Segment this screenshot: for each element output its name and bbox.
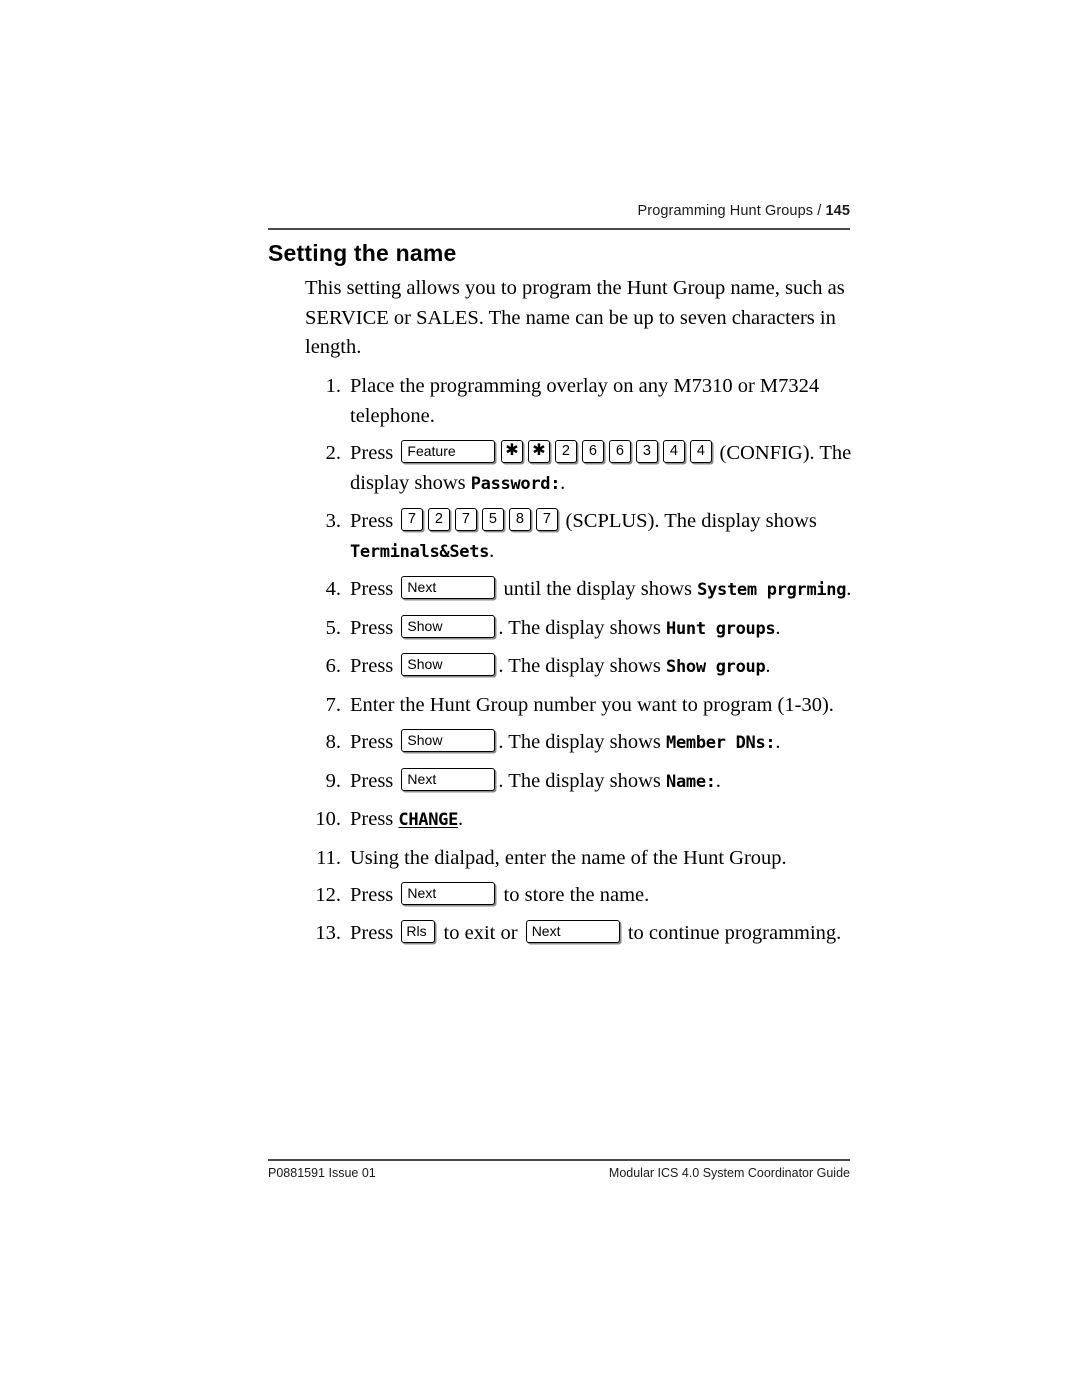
- procedure-step: 4. Press Next until the display shows Sys…: [305, 575, 865, 606]
- step-text: Using the dialpad, enter the name of the…: [350, 846, 787, 869]
- phone-key-3[interactable]: 3: [635, 440, 658, 463]
- header-rule: [268, 228, 850, 230]
- phone-key-next[interactable]: Next: [525, 919, 620, 943]
- phone-key-4[interactable]: 4: [689, 440, 712, 463]
- lcd-display-text: Password:: [470, 473, 561, 494]
- step-number: 12.: [315, 884, 341, 906]
- procedure-step: 5. Press Show. The display shows Hunt gro…: [305, 614, 865, 645]
- procedure-step: 11. Using the dialpad, enter the name of …: [305, 844, 865, 874]
- procedure-step: 9. Press Next. The display shows Name:.: [305, 767, 865, 798]
- step-number: 8.: [325, 731, 341, 753]
- step-text: Press Next until the display shows Syste…: [350, 576, 852, 600]
- phone-key-6[interactable]: 6: [581, 440, 604, 463]
- step-number: 5.: [325, 616, 341, 639]
- procedure-step: 3. Press 727587 (SCPLUS). The display sho…: [305, 507, 865, 567]
- step-text: Place the programming overlay on any M73…: [350, 375, 820, 427]
- step-number: 7.: [325, 693, 341, 716]
- phone-key-next[interactable]: Next: [401, 767, 496, 791]
- lcd-display-text: Show group: [666, 657, 766, 677]
- procedure-list: 1. Place the programming overlay on any M…: [305, 372, 865, 956]
- procedure-step: 13. Press Rls to exit or Next to continue…: [305, 919, 865, 949]
- step-text: Press Show. The display shows Hunt group…: [350, 614, 781, 639]
- step-number: 2.: [325, 442, 341, 464]
- phone-key-next[interactable]: Next: [401, 882, 496, 905]
- phone-key-7[interactable]: 7: [454, 508, 477, 531]
- procedure-step: 12. Press Next to store the name.: [305, 881, 865, 911]
- phone-key-6[interactable]: 6: [608, 440, 631, 463]
- phone-key-show[interactable]: Show: [401, 729, 496, 752]
- procedure-step: 10. Press CHANGE.: [305, 805, 865, 836]
- phone-key-star[interactable]: ✱: [527, 440, 550, 463]
- procedure-step: 1. Place the programming overlay on any M…: [305, 372, 865, 431]
- page-number: 145: [825, 203, 850, 219]
- phone-key-star[interactable]: ✱: [500, 440, 523, 463]
- procedure-step: 6. Press Show. The display shows Show gro…: [305, 652, 865, 683]
- phone-key-7[interactable]: 7: [400, 508, 423, 531]
- phone-key-show[interactable]: Show: [401, 653, 496, 676]
- step-text: Press Show. The display shows Member DNs…: [350, 729, 781, 753]
- procedure-step: 2. Press Feature ✱ ✱ 2 6 6 3 4 4 (CONFIG). The di…: [305, 439, 865, 499]
- phone-key-4[interactable]: 4: [662, 440, 685, 463]
- phone-key-show[interactable]: Show: [401, 614, 496, 638]
- star-icon: ✱: [532, 442, 546, 459]
- running-title: Programming Hunt Groups /: [637, 203, 822, 219]
- phone-key-5[interactable]: 5: [481, 508, 504, 531]
- step-text: Press Next to store the name.: [350, 882, 650, 906]
- procedure-step: 8. Press Show. The display shows Member D…: [305, 728, 865, 759]
- step-text: Press Feature ✱ ✱ 2 6 6 3 4 4 (CONFIG). The disp…: [350, 440, 852, 494]
- step-text: Press CHANGE.: [350, 808, 464, 830]
- phone-key-feature[interactable]: Feature: [401, 440, 496, 463]
- step-number: 10.: [315, 808, 341, 830]
- phone-key-2[interactable]: 2: [554, 440, 577, 463]
- step-text: Enter the Hunt Group number you want to …: [350, 693, 834, 716]
- intro-paragraph: This setting allows you to program the H…: [305, 277, 845, 358]
- step-number: 6.: [325, 655, 341, 677]
- lcd-display-text: System prgrming: [697, 580, 847, 600]
- lcd-softkey-label[interactable]: CHANGE: [398, 810, 458, 830]
- document-page: Programming Hunt Groups / 145 Setting th…: [0, 0, 1080, 1397]
- lcd-display-text: Name:: [666, 771, 716, 792]
- phone-key-next[interactable]: Next: [401, 576, 496, 599]
- step-text: Press Show. The display shows Show group…: [350, 653, 771, 677]
- procedure-step: 7. Enter the Hunt Group number you want t…: [305, 691, 865, 721]
- step-text: Press Rls to exit or Next to continue pr…: [350, 919, 842, 944]
- phone-key-2[interactable]: 2: [427, 508, 450, 531]
- phone-key-rls[interactable]: Rls: [401, 919, 436, 943]
- step-text: Press Next. The display shows Name:.: [350, 767, 721, 792]
- step-number: 4.: [325, 578, 341, 600]
- step-number: 1.: [325, 375, 341, 397]
- phone-key-7[interactable]: 7: [535, 508, 558, 531]
- intro-block: This setting allows you to program the H…: [305, 274, 857, 363]
- running-header: Programming Hunt Groups / 145: [268, 203, 850, 219]
- step-number: 9.: [325, 769, 341, 792]
- step-number: 3.: [325, 510, 341, 532]
- lcd-display-text: Hunt groups: [666, 618, 776, 639]
- step-number: 11.: [316, 846, 341, 869]
- star-icon: ✱: [505, 442, 519, 459]
- lcd-display-text: Member DNs:: [666, 733, 776, 753]
- lcd-display-text: Terminals&Sets: [350, 541, 490, 562]
- page-title: Setting the name: [268, 240, 457, 266]
- step-number: 13.: [315, 921, 341, 944]
- footer-guide-title: Modular ICS 4.0 System Coordinator Guide: [608, 1166, 850, 1180]
- step-text: Press 727587 (SCPLUS). The display shows…: [350, 508, 817, 562]
- phone-key-8[interactable]: 8: [508, 508, 531, 531]
- footer-rule: [268, 1159, 850, 1161]
